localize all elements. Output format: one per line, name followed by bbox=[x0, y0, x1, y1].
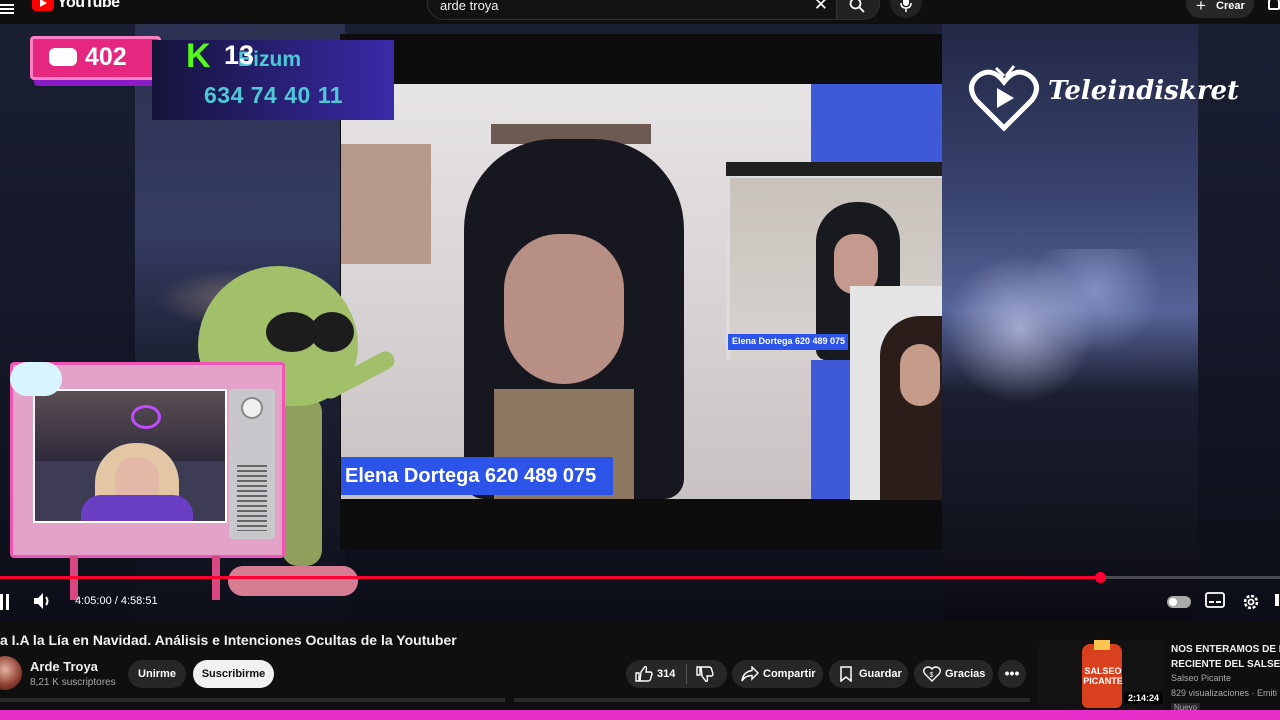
secondary-guest-face bbox=[834, 234, 878, 294]
search-query-text: arde troya bbox=[440, 0, 499, 13]
miniplayer-icon bbox=[1275, 594, 1279, 606]
share-button[interactable]: Compartir bbox=[732, 660, 823, 688]
chat-count-badge: 402 bbox=[30, 36, 161, 80]
tv-knob-icon bbox=[241, 397, 263, 419]
plus-icon: + bbox=[1196, 0, 1206, 15]
autoplay-toggle[interactable] bbox=[1167, 596, 1191, 608]
secondary-name-tag-text: Elena Dortega 620 489 075 bbox=[732, 336, 846, 346]
svg-text:$: $ bbox=[930, 672, 934, 679]
neon-ring bbox=[131, 405, 161, 429]
tv-speaker-grille bbox=[237, 465, 267, 531]
volume-icon bbox=[34, 593, 49, 609]
description-divider bbox=[514, 698, 1030, 702]
subscribe-button[interactable]: Suscribirme bbox=[193, 660, 274, 688]
create-button[interactable]: + Crear bbox=[1186, 0, 1254, 18]
miniplayer-button[interactable] bbox=[1275, 592, 1280, 612]
gear-icon bbox=[1243, 594, 1259, 610]
thumbnail-text: SALSEO PICANTE bbox=[1083, 666, 1123, 686]
bottle-cap bbox=[1094, 640, 1110, 650]
subscriber-count: 8,21 K suscriptores bbox=[30, 677, 116, 688]
comment-divider bbox=[0, 698, 505, 702]
pause-icon bbox=[0, 594, 3, 610]
youtube-logo-text: YouTube bbox=[57, 0, 120, 11]
recommended-duration: 2:14:24 bbox=[1124, 692, 1164, 704]
volume-button[interactable] bbox=[33, 592, 55, 612]
city-lights-right bbox=[945, 249, 1195, 449]
alien-right-eye bbox=[310, 312, 354, 352]
host-sweater bbox=[81, 495, 193, 521]
save-button[interactable]: Guardar bbox=[829, 660, 908, 688]
voice-search-button[interactable] bbox=[890, 0, 922, 18]
third-webcam-feed bbox=[850, 286, 942, 500]
progress-played bbox=[0, 576, 1100, 579]
alien-body bbox=[282, 396, 322, 566]
bookmark-icon bbox=[840, 666, 852, 682]
host-webcam-feed bbox=[33, 389, 227, 523]
video-title: a I.A la Lía en Navidad. Análisis e Inte… bbox=[0, 632, 457, 648]
chat-count: 402 bbox=[85, 43, 127, 71]
main-guest-person bbox=[464, 139, 684, 499]
brand-logo-text: Teleindiskret bbox=[1048, 76, 1240, 106]
recommended-views: 829 visualizaciones · Emiti bbox=[1171, 688, 1278, 698]
pause-button[interactable] bbox=[0, 594, 10, 610]
cloud-decoration-icon bbox=[10, 362, 62, 396]
bizum-phone: 634 74 40 11 bbox=[204, 82, 344, 108]
secondary-name-tag: Elena Dortega 620 489 075 bbox=[728, 334, 848, 350]
screen-share-toolbar bbox=[726, 162, 942, 176]
thanks-label: Gracias bbox=[945, 668, 986, 680]
recommended-title[interactable]: NOS ENTERAMOS DE L RECIENTE DEL SALSEO bbox=[1171, 642, 1280, 672]
settings-button[interactable] bbox=[1241, 592, 1261, 612]
save-label: Guardar bbox=[859, 668, 902, 680]
channel-avatar[interactable] bbox=[0, 656, 22, 690]
share-icon bbox=[741, 666, 759, 682]
channel-watermark: Teleindiskret bbox=[968, 54, 1239, 134]
progress-bar[interactable] bbox=[0, 572, 1280, 583]
like-count: 314 bbox=[657, 668, 676, 680]
search-button[interactable] bbox=[836, 0, 880, 20]
third-guest-face bbox=[900, 344, 940, 406]
thumbs-up-icon[interactable] bbox=[635, 666, 653, 682]
scrubber-handle[interactable] bbox=[1095, 572, 1106, 583]
recommended-channel[interactable]: Salseo Picante bbox=[1171, 673, 1231, 683]
donation-banner: Bizum K 13 634 74 40 11 bbox=[152, 37, 394, 120]
menu-icon[interactable] bbox=[0, 2, 14, 16]
tv-control-panel bbox=[229, 389, 275, 539]
create-label: Crear bbox=[1216, 0, 1245, 12]
like-dislike-group: 314 bbox=[626, 660, 727, 688]
chat-bubble-icon bbox=[49, 48, 77, 66]
channel-name[interactable]: Arde Troya bbox=[30, 659, 98, 674]
like-divider bbox=[686, 664, 687, 684]
thanks-button[interactable]: $ Gracias bbox=[914, 660, 993, 688]
search-input[interactable]: arde troya ✕ bbox=[427, 0, 839, 20]
search-icon bbox=[849, 0, 865, 13]
super-thanks-icon: $ bbox=[923, 666, 941, 682]
bottom-accent-bar bbox=[0, 710, 1280, 720]
notifications-bell-icon[interactable] bbox=[1268, 0, 1280, 10]
youtube-logo[interactable]: YouTube bbox=[32, 0, 120, 12]
masthead: YouTube arde troya ✕ + Crear bbox=[0, 0, 1280, 24]
thumbs-down-icon[interactable] bbox=[696, 666, 714, 682]
guest-face bbox=[504, 234, 624, 384]
heart-tv-logo-icon bbox=[969, 65, 1039, 132]
video-player[interactable]: Elena Dortega 620 489 075 Elena Dortega … bbox=[0, 24, 1280, 621]
time-display: 4:05:00 / 4:58:51 bbox=[75, 595, 158, 607]
more-actions-button[interactable]: ••• bbox=[998, 660, 1026, 688]
player-controls: 4:05:00 / 4:58:51 bbox=[0, 586, 1280, 618]
play-logo-icon bbox=[32, 0, 54, 11]
pause-icon-bar bbox=[6, 594, 9, 610]
third-guest-hair bbox=[880, 316, 942, 500]
kick-logo-icon: K bbox=[186, 37, 211, 75]
share-label: Compartir bbox=[763, 668, 816, 680]
subtitles-icon bbox=[1205, 592, 1225, 608]
microphone-icon bbox=[900, 0, 912, 12]
subtitles-button[interactable] bbox=[1205, 592, 1225, 612]
kick-viewer-count: 13 bbox=[224, 40, 255, 70]
shelf-left bbox=[341, 144, 431, 264]
join-button[interactable]: Unirme bbox=[128, 660, 186, 688]
clear-search-icon[interactable]: ✕ bbox=[814, 0, 828, 15]
